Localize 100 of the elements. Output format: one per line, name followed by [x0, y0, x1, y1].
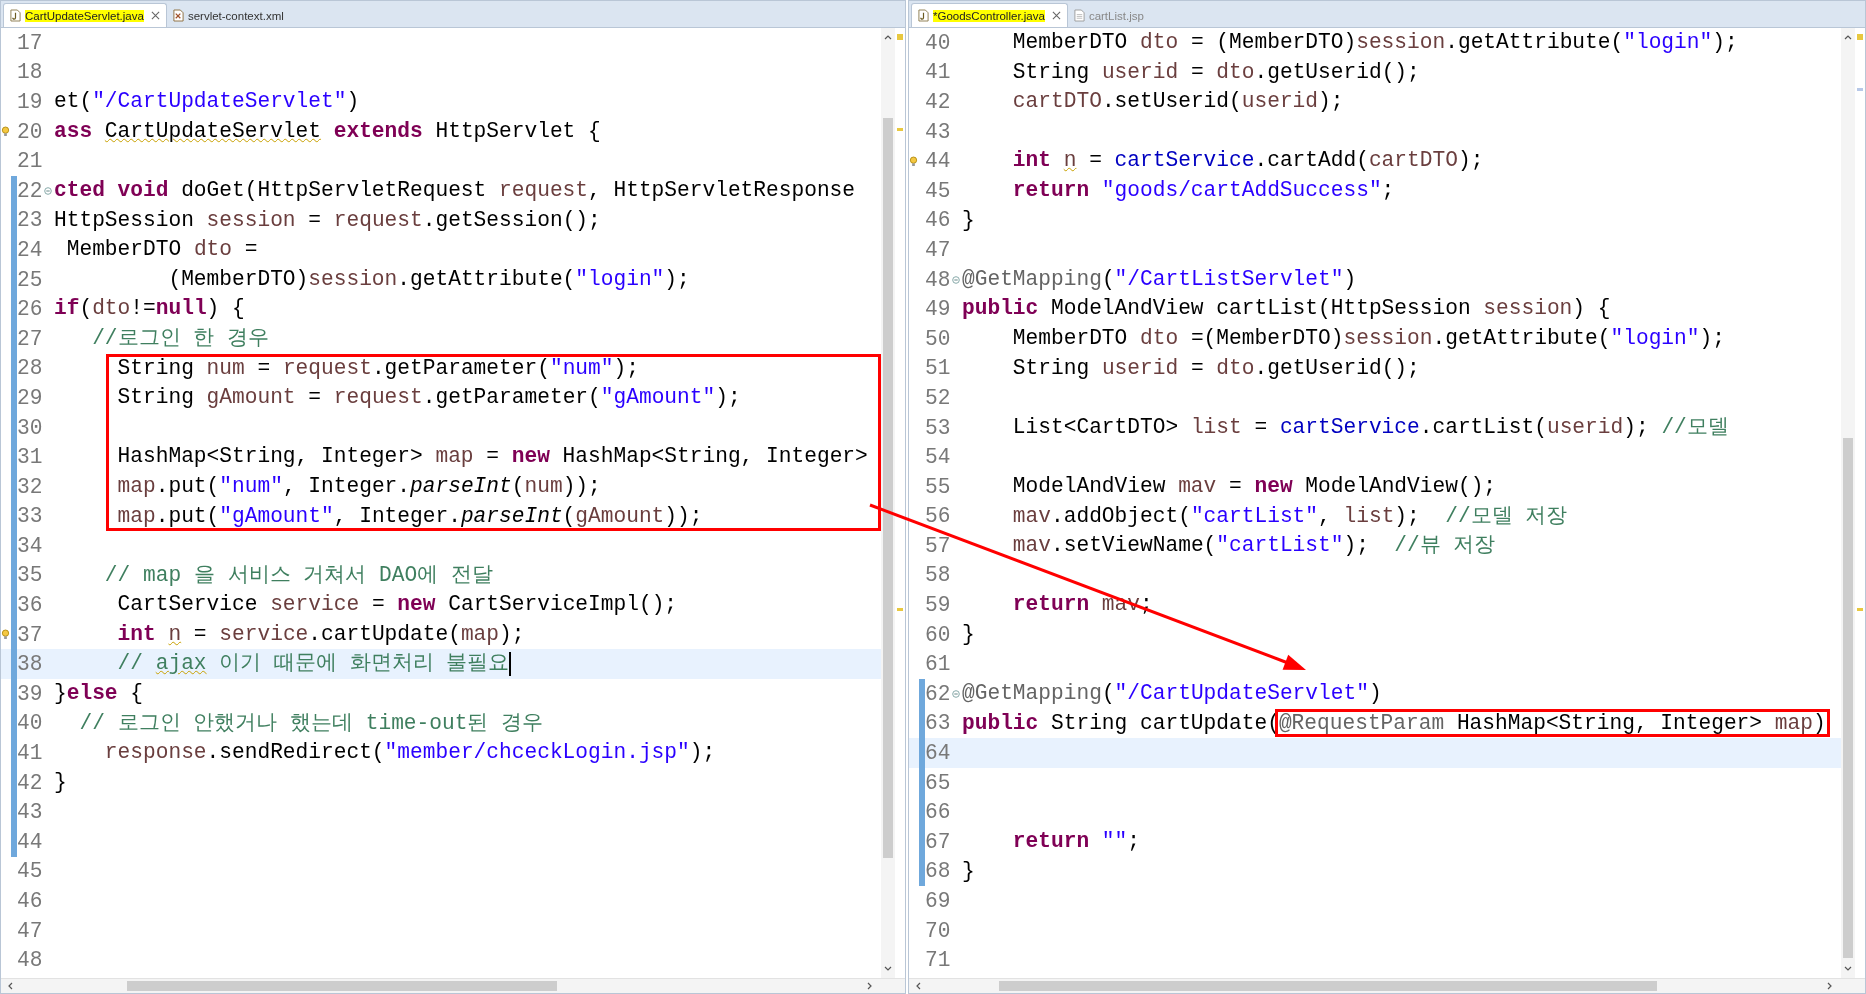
line-number: 48 [925, 267, 952, 292]
code-line: } [54, 768, 67, 796]
scrollbar[interactable] [1841, 28, 1855, 978]
line-number: 46 [17, 889, 44, 913]
line-number: 53 [925, 415, 952, 440]
code-line: int n = service.cartUpdate(map); [116, 620, 525, 648]
code-line: et("/CartUpdateServlet") [54, 88, 360, 116]
line-number: 37 [17, 622, 44, 647]
code-line: ModelAndView mav = new ModelAndView(); [1011, 472, 1497, 500]
line-number: 57 [925, 533, 952, 558]
ruler-mark[interactable] [1857, 608, 1863, 611]
code-line: String userid = dto.getUserid(); [1011, 354, 1420, 382]
line-number: 19 [17, 90, 44, 114]
code-line: }else { [54, 680, 143, 708]
code-line: mav.setViewName("cartList"); //뷰 저장 [1011, 532, 1496, 560]
code-line: ass CartUpdateServlet extends HttpServlet { [54, 117, 601, 145]
scrollbar[interactable] [909, 978, 1865, 993]
scrollbar[interactable] [881, 28, 895, 978]
line-number: 59 [925, 593, 952, 618]
lightbulb-icon[interactable] [1, 126, 10, 138]
line-number: 24 [17, 237, 44, 262]
ruler-mark[interactable] [897, 128, 903, 131]
code-line: List<CartDTO> list = cartService.cartList(userid); //모델 [1011, 413, 1729, 441]
line-number: 70 [925, 918, 952, 943]
line-number: 46 [925, 208, 952, 233]
code-line: if(dto!=null) { [54, 295, 245, 323]
line-number: 25 [17, 267, 44, 292]
line-number: 71 [925, 948, 952, 973]
xml-file-icon [172, 9, 184, 22]
line-number: 49 [925, 297, 952, 322]
line-number: 63 [925, 711, 952, 736]
scrollbar-thumb[interactable] [1843, 438, 1853, 958]
lightbulb-icon[interactable] [909, 155, 918, 167]
line-number: 54 [925, 445, 952, 470]
line-number: 67 [925, 829, 952, 854]
line-number: 45 [17, 859, 44, 884]
close-icon[interactable] [1051, 11, 1061, 20]
editor-tab[interactable]: *GoodsController.java [911, 3, 1068, 27]
line-number: 51 [925, 356, 952, 381]
line-number: 44 [925, 149, 952, 174]
code-line: cartDTO.setUserid(userid); [1011, 88, 1344, 116]
line-number: 42 [17, 770, 44, 795]
line-number: 23 [17, 208, 44, 233]
java-file-icon [918, 9, 929, 22]
line-number: 28 [17, 356, 44, 381]
line-number: 20 [17, 119, 44, 144]
code-line: return ""; [1011, 828, 1141, 856]
collapse-icon[interactable] [952, 689, 960, 698]
scrollbar-thumb[interactable] [127, 981, 557, 991]
line-number: 60 [925, 622, 952, 647]
ruler-mark[interactable] [897, 608, 903, 611]
code-line: } [962, 857, 975, 885]
line-number: 35 [17, 563, 44, 588]
scrollbar-thumb[interactable] [999, 981, 1657, 991]
scrollbar[interactable] [1, 978, 905, 993]
code-line: MemberDTO dto = [65, 236, 258, 264]
line-number: 39 [17, 681, 44, 706]
java-file-icon [10, 9, 21, 22]
code-line: map.put("num", Integer.parseInt(num)); [116, 472, 601, 500]
ruler-mark[interactable] [1857, 34, 1863, 40]
code-line: HashMap<String, Integer> map = new HashMap<String, Integer> [116, 443, 868, 471]
line-number: 30 [17, 415, 44, 440]
line-number: 34 [17, 533, 44, 558]
line-number: 56 [925, 504, 952, 529]
code-line: public String cartUpdate(@RequestParam HashMap<String, Integer> map) [962, 708, 1830, 739]
ruler-mark[interactable] [1857, 88, 1863, 91]
file-icon [1073, 9, 1085, 22]
line-number: 29 [17, 385, 44, 410]
collapse-icon[interactable] [44, 186, 52, 195]
line-number: 27 [17, 326, 44, 351]
line-number: 38 [17, 652, 44, 677]
line-number: 41 [17, 741, 44, 766]
code-line: } [962, 206, 975, 234]
code-line: } [962, 620, 975, 648]
line-number: 48 [17, 948, 44, 973]
lightbulb-icon[interactable] [1, 629, 10, 641]
line-number: 18 [17, 60, 44, 85]
line-number: 43 [925, 119, 952, 144]
line-number: 66 [925, 800, 952, 825]
line-number: 62 [925, 681, 952, 706]
code-line: String userid = dto.getUserid(); [1011, 58, 1420, 86]
close-icon[interactable] [150, 11, 160, 20]
line-number: 47 [17, 918, 44, 943]
line-number: 40 [17, 711, 44, 736]
editor-tab[interactable]: servlet-context.xml [166, 4, 290, 27]
code-line: MemberDTO dto = (MemberDTO)session.getAttribute("login"); [1011, 29, 1738, 56]
line-number: 41 [925, 60, 952, 85]
scrollbar-thumb[interactable] [883, 118, 893, 858]
line-number: 65 [925, 770, 952, 795]
code-line: // 로그인 안했거나 했는데 time-out된 경우 [78, 709, 544, 737]
ruler-mark[interactable] [897, 34, 903, 40]
collapse-icon[interactable] [952, 275, 960, 284]
editor-tab[interactable]: CartUpdateServlet.java [3, 3, 167, 27]
code-line: map.put("gAmount", Integer.parseInt(gAmount)); [116, 502, 703, 530]
code-line: HttpSession session = request.getSession(); [54, 206, 601, 234]
code-line: return "goods/cartAddSuccess"; [1011, 176, 1395, 204]
line-number: 21 [17, 149, 44, 174]
line-number: 64 [925, 741, 952, 766]
line-number: 40 [925, 30, 952, 55]
line-number: 69 [925, 889, 952, 913]
